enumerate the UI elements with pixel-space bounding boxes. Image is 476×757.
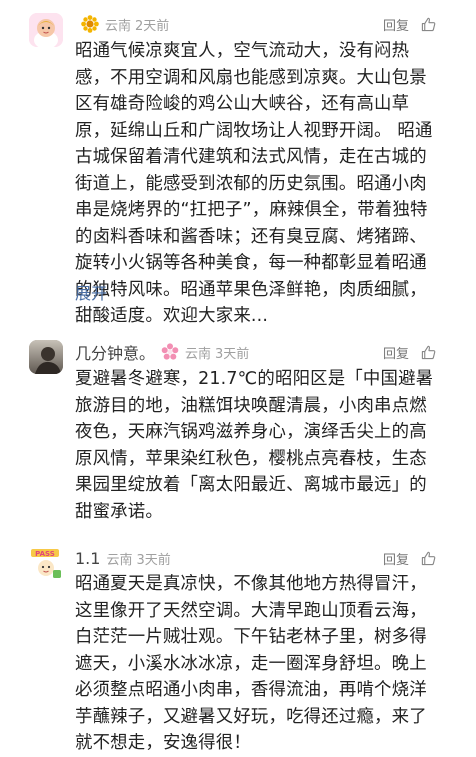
comment-text: 夏避暑冬避寒，21.7℃的昭阳区是「中国避暑旅游目的地，油糕饵块唤醒清晨，小肉串… [75, 369, 434, 522]
reply-button[interactable]: 回复 [383, 343, 409, 362]
comment-item: 几分钟意。 云南 3天前 回复 夏避暑冬避寒，21.7℃的昭阳区是「中国避暑旅游… [0, 330, 476, 530]
svg-text:PASS: PASS [35, 550, 55, 558]
comment-actions: 回复 [383, 12, 436, 36]
timestamp: 2天前 [135, 18, 170, 34]
region-label: 云南 [105, 18, 132, 34]
pink-flower-badge-icon [161, 343, 179, 360]
comment-text: 昭通气候凉爽宜人，空气流动大，没有闷热感，不用空调和风扇也能感到凉爽。大山包景区… [75, 41, 433, 326]
username[interactable]: 几分钟意。 [75, 340, 155, 364]
comment-meta: 云南 2天前 [75, 12, 169, 36]
comment-item: PASS 1.1 云南 3天前 回复 昭通夏天是真凉快，不像其他地方热得冒汗，这… [0, 540, 476, 753]
avatar[interactable] [29, 340, 63, 374]
expand-link[interactable]: 展开 [75, 280, 107, 304]
sunflower-badge-icon [81, 15, 99, 33]
thumbs-up-icon[interactable] [421, 345, 436, 360]
region-label: 云南 [106, 552, 133, 568]
reply-button[interactable]: 回复 [383, 549, 409, 568]
thumbs-up-icon[interactable] [421, 551, 436, 566]
comment-actions: 回复 [383, 546, 436, 570]
timestamp: 3天前 [215, 346, 250, 362]
reply-button[interactable]: 回复 [383, 15, 409, 34]
username[interactable]: 1.1 [75, 549, 100, 568]
comment-item: 云南 2天前 回复 昭通气候凉爽宜人，空气流动大，没有闷热感，不用空调和风扇也能… [0, 0, 476, 326]
comment-meta: 几分钟意。 云南 3天前 [75, 340, 249, 364]
region-label: 云南 [185, 346, 212, 362]
comment-text: 昭通夏天是真凉快，不像其他地方热得冒汗，这里像开了天然空调。大清早跑山顶看云海，… [75, 574, 427, 753]
avatar[interactable]: PASS [29, 546, 63, 580]
avatar[interactable] [29, 13, 63, 47]
comment-actions: 回复 [383, 340, 436, 364]
thumbs-up-icon[interactable] [421, 17, 436, 32]
comment-meta: 1.1 云南 3天前 [75, 546, 171, 570]
timestamp: 3天前 [136, 552, 171, 568]
